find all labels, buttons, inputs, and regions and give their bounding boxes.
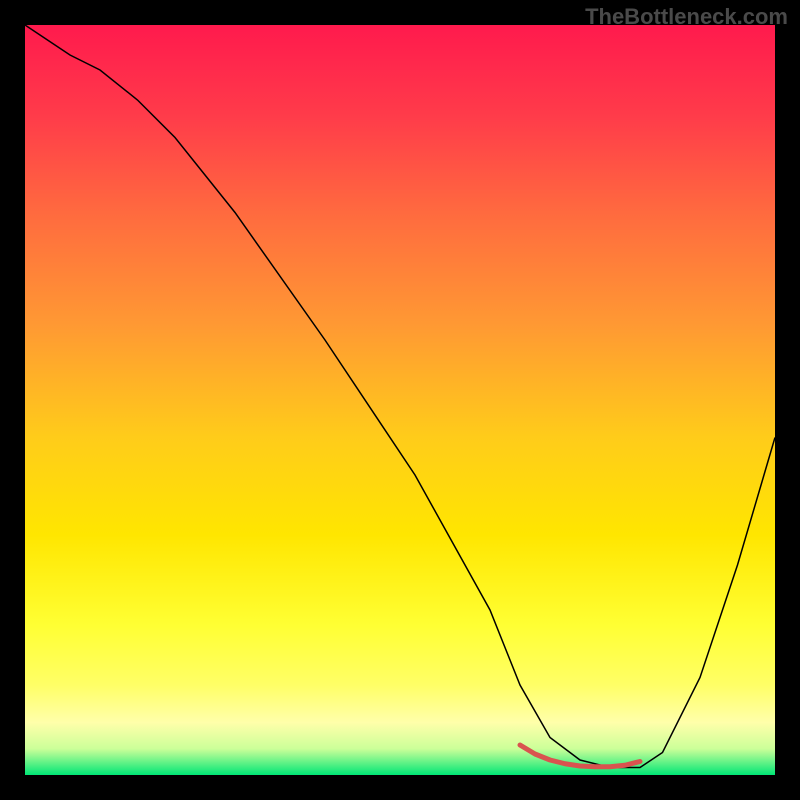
watermark-text: TheBottleneck.com — [585, 4, 788, 30]
bottleneck-chart — [25, 25, 775, 775]
chart-background — [25, 25, 775, 775]
chart-svg — [25, 25, 775, 775]
